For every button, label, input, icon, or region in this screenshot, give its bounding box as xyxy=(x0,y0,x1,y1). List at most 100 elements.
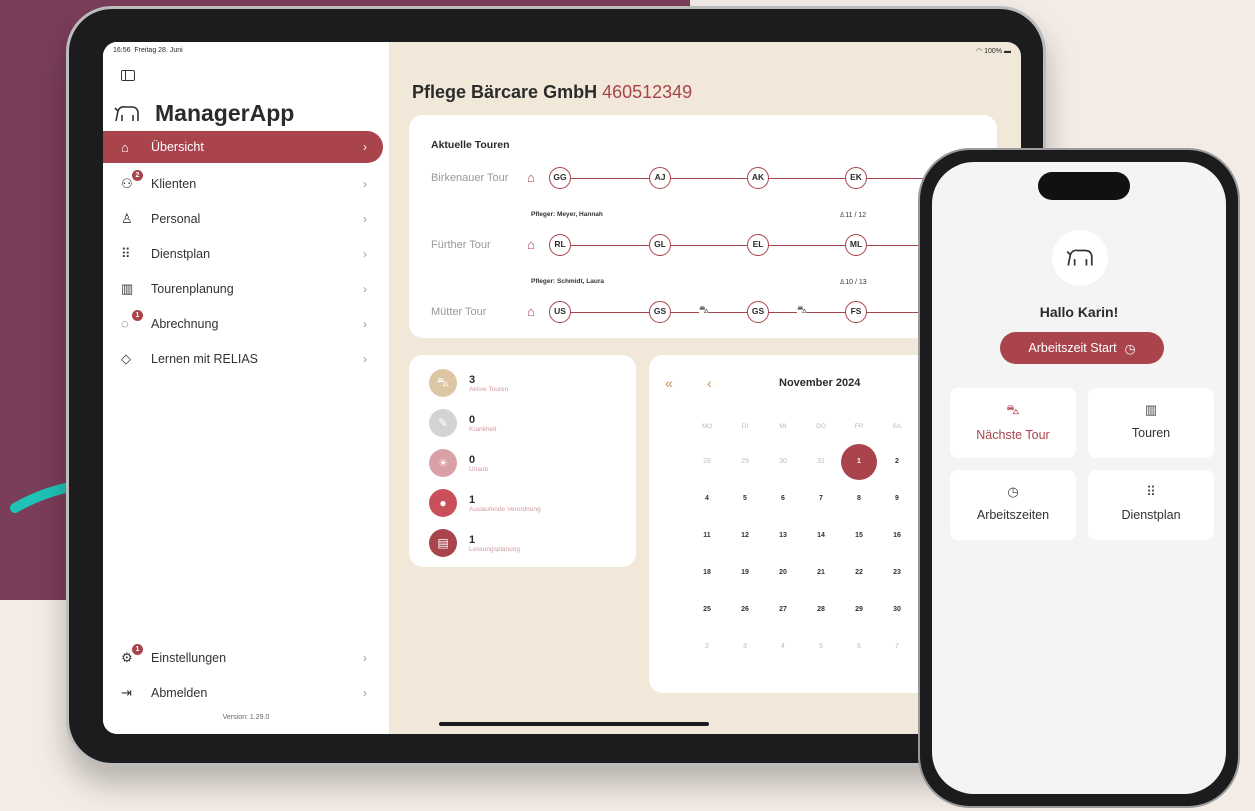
chevron-right-icon: › xyxy=(363,176,367,191)
sidebar-item-klienten[interactable]: ⚇ 2 Klienten › xyxy=(107,166,383,201)
calendar-day[interactable]: 30 xyxy=(879,606,915,613)
calendar-day[interactable]: 3 xyxy=(727,643,763,650)
calendar-day[interactable]: 13 xyxy=(765,532,801,539)
calendar-day[interactable]: 19 xyxy=(727,569,763,576)
stat-label: Auslaufende Verordnung xyxy=(469,505,541,513)
sidebar-item-abrechnung[interactable]: ◌ 1 Abrechnung › xyxy=(107,306,383,341)
tile-tours[interactable]: ▥ Touren xyxy=(1088,388,1214,458)
calendar-day[interactable]: 16 xyxy=(879,532,915,539)
calendar-day[interactable]: 27 xyxy=(765,606,801,613)
calendar-day[interactable]: 12 xyxy=(727,532,763,539)
calendar-day[interactable]: 30 xyxy=(765,458,801,465)
stat-item[interactable]: ● 1 Auslaufende Verordnung xyxy=(429,489,541,517)
stat-item[interactable]: ⛍ 3 Aktive Touren xyxy=(429,369,508,397)
sidebar-item-uebersicht[interactable]: ⌂ Übersicht › xyxy=(103,131,383,163)
calendar-day[interactable]: 2 xyxy=(879,458,915,465)
stat-item[interactable]: ☀ 0 Urlaub xyxy=(429,449,488,477)
calendar-weekday: MI xyxy=(779,423,787,430)
tour-row[interactable]: Fürther Tour ⌂ RL GL EL ML xyxy=(431,234,999,258)
tour-row[interactable]: Mütter Tour ⌂ US ⛍ GS GS ⛍ FS xyxy=(431,301,999,325)
calendar-day[interactable]: 7 xyxy=(879,643,915,650)
tour-stop[interactable]: US xyxy=(549,301,571,323)
tour-row[interactable]: Birkenauer Tour ⌂ GG AJ AK EK xyxy=(431,167,999,191)
calendar-day[interactable]: 1 xyxy=(841,458,877,465)
tile-label: Nächste Tour xyxy=(976,428,1050,442)
calendar-month: November 2024 xyxy=(779,377,861,389)
start-worktime-label: Arbeitszeit Start xyxy=(1028,341,1117,355)
tour-stop[interactable]: AJ xyxy=(649,167,671,189)
tour-nurse: Pfleger: Schmidt, Laura xyxy=(531,278,604,285)
calendar-day[interactable]: 31 xyxy=(803,458,839,465)
tour-stop[interactable]: ML xyxy=(845,234,867,256)
sidebar-item-label: Lernen mit RELIAS xyxy=(151,351,258,366)
calendar-day[interactable]: 26 xyxy=(727,606,763,613)
battery-level: 100% xyxy=(984,48,1003,55)
sidebar-item-dienstplan[interactable]: ⠿ Dienstplan › xyxy=(107,236,383,271)
calendar-day[interactable]: 14 xyxy=(803,532,839,539)
stat-item[interactable]: ✎ 0 Krankheit xyxy=(429,409,496,437)
car-icon: ⛍ xyxy=(699,305,710,318)
calendar-day[interactable]: 6 xyxy=(841,643,877,650)
calendar-day[interactable]: 4 xyxy=(689,495,725,502)
sidebar-item-abmelden[interactable]: ⇥ Abmelden › xyxy=(107,675,383,710)
stat-label: Urlaub xyxy=(469,465,489,473)
sidebar-toggle-icon[interactable] xyxy=(121,70,135,81)
sidebar-item-label: Einstellungen xyxy=(151,650,227,665)
calendar-day[interactable]: 9 xyxy=(879,495,915,502)
tour-stop[interactable]: EK xyxy=(845,167,867,189)
tour-stop[interactable]: GG xyxy=(549,167,571,189)
calendar-day[interactable]: 5 xyxy=(727,495,763,502)
tour-stop[interactable]: EL xyxy=(747,234,769,256)
sidebar-item-einstellungen[interactable]: ⚙ 1 Einstellungen › xyxy=(107,640,383,675)
calendar-day[interactable]: 21 xyxy=(803,569,839,576)
calendar-day[interactable]: 11 xyxy=(689,532,725,539)
tour-stop[interactable]: RL xyxy=(549,234,571,256)
users-icon: ⚇ 2 xyxy=(121,169,151,192)
calendar-day[interactable]: 6 xyxy=(765,495,801,502)
status-bar: 16:56 Freitag 28. Juni ◠ 100% ▬ xyxy=(103,42,1021,60)
sidebar-item-tourenplanung[interactable]: ▥ Tourenplanung › xyxy=(107,271,383,306)
tour-stop[interactable]: GS xyxy=(747,301,769,323)
calendar-day[interactable]: 28 xyxy=(803,606,839,613)
calendar-day[interactable]: 23 xyxy=(879,569,915,576)
calendar-day[interactable]: 15 xyxy=(841,532,877,539)
tile-duty-roster[interactable]: ⠿ Dienstplan xyxy=(1088,470,1214,540)
stat-value: 1 xyxy=(469,533,476,546)
tile-work-hours[interactable]: ◷ Arbeitszeiten xyxy=(950,470,1076,540)
calendar-day[interactable]: 29 xyxy=(841,606,877,613)
calendar-day[interactable]: 8 xyxy=(841,495,877,502)
calendar-day[interactable]: 7 xyxy=(803,495,839,502)
stat-item[interactable]: ▤ 1 Leistungsplanung xyxy=(429,529,520,557)
tour-stop[interactable]: AK xyxy=(747,167,769,189)
calendar-day[interactable]: 25 xyxy=(689,606,725,613)
sidebar-item-relias[interactable]: ◇ Lernen mit RELIAS › xyxy=(107,341,383,376)
tour-name: Birkenauer Tour xyxy=(431,172,509,184)
tour-stop[interactable]: GS xyxy=(649,301,671,323)
calendar-day[interactable]: 5 xyxy=(803,643,839,650)
calendar-day[interactable]: 4 xyxy=(765,643,801,650)
tour-stop[interactable]: FS xyxy=(845,301,867,323)
calendar-day[interactable]: 2 xyxy=(689,643,725,650)
calendar-day[interactable]: 20 xyxy=(765,569,801,576)
phone-screen: Hallo Karin! Arbeitszeit Start ◷ ⛍ Nächs… xyxy=(932,162,1226,794)
calendar-day[interactable]: 29 xyxy=(727,458,763,465)
pill-icon: ● xyxy=(429,489,457,517)
tour-count: ♙11 / 12 xyxy=(839,211,866,219)
tour-stop[interactable]: GL xyxy=(649,234,671,256)
home-icon: ⌂ xyxy=(527,170,535,185)
sidebar-item-label: Abrechnung xyxy=(151,316,219,331)
bear-logo-icon xyxy=(114,105,139,121)
notification-badge: 1 xyxy=(132,310,143,321)
sidebar-item-personal[interactable]: ♙ Personal › xyxy=(107,201,383,236)
calendar-day[interactable]: 22 xyxy=(841,569,877,576)
start-worktime-button[interactable]: Arbeitszeit Start ◷ xyxy=(1000,332,1164,364)
calendar-day[interactable]: 28 xyxy=(689,458,725,465)
chevron-left-icon[interactable]: ‹ xyxy=(707,375,712,391)
calendar-day[interactable]: 18 xyxy=(689,569,725,576)
stat-label: Leistungsplanung xyxy=(469,545,520,553)
calendar-weekday: MO xyxy=(701,423,713,430)
tile-label: Dienstplan xyxy=(1121,508,1181,522)
double-chevron-left-icon[interactable]: « xyxy=(665,375,673,391)
sidebar-bottom: ⚙ 1 Einstellungen › ⇥ Abmelden › xyxy=(107,640,383,710)
tile-next-tour[interactable]: ⛍ Nächste Tour xyxy=(950,388,1076,458)
